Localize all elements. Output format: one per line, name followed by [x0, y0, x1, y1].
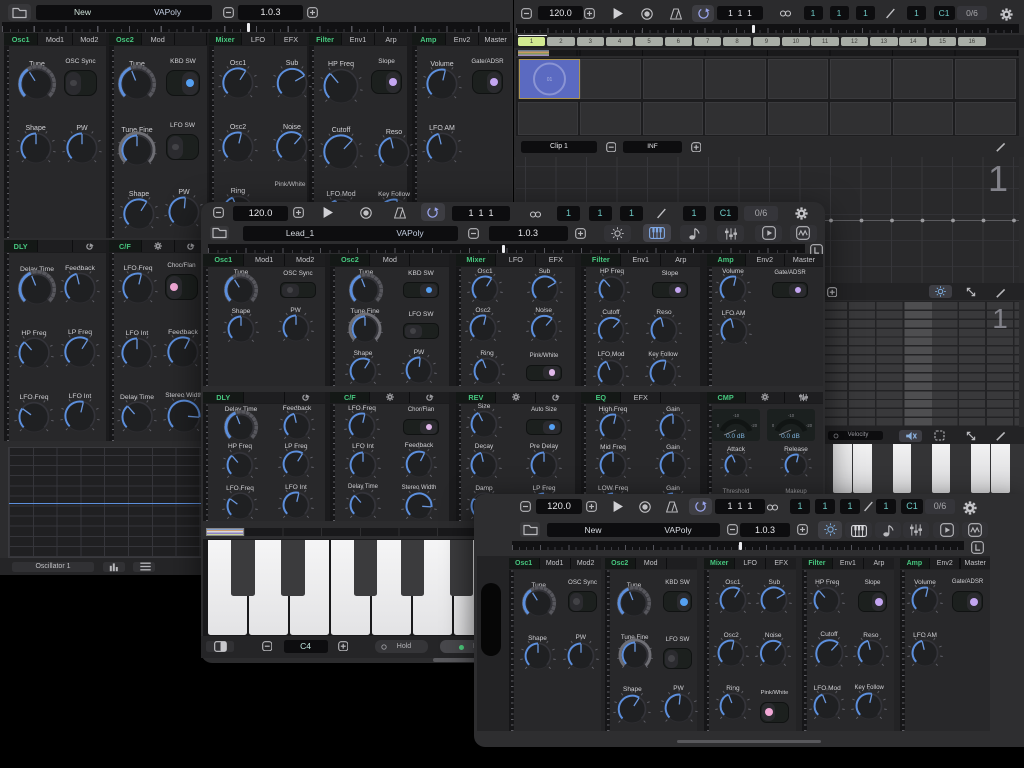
svg-text:-10: -10	[732, 413, 739, 418]
svg-text:-20: -20	[750, 423, 757, 428]
svg-text:-10: -10	[787, 413, 794, 418]
svg-text:0: 0	[771, 423, 774, 428]
svg-text:-20: -20	[805, 423, 812, 428]
svg-text:01: 01	[546, 77, 552, 83]
svg-text:0: 0	[716, 423, 719, 428]
